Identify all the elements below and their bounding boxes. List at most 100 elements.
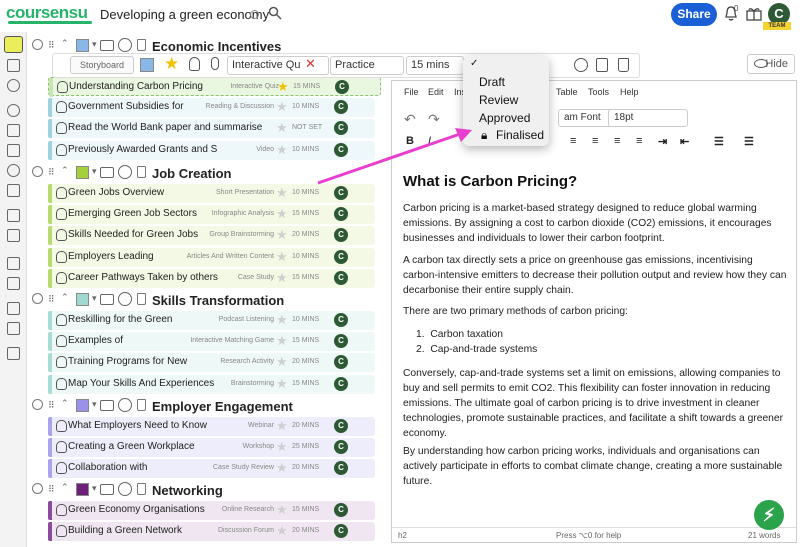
activity-row[interactable]: Collaboration with Case Study Review ★ 20 M… (48, 459, 375, 479)
editor-menu-item[interactable]: File (404, 87, 419, 97)
star-icon[interactable]: ★ (276, 355, 288, 369)
star-icon[interactable]: ★ (276, 228, 288, 242)
activity-row[interactable]: Skills Needed for Green Jobs Group Brains… (48, 226, 375, 246)
drag-handle-icon[interactable]: ⠿ (48, 484, 55, 495)
activity-row[interactable]: Training Programs for New Research Activi… (48, 353, 375, 373)
history-icon[interactable] (574, 58, 588, 72)
numbered-list-button[interactable]: ☰ (744, 135, 754, 148)
download-icon[interactable] (7, 322, 20, 335)
collapse-icon[interactable]: ⌃ (61, 292, 69, 303)
menu-item-approved[interactable]: Approved (479, 111, 530, 125)
assignee-avatar[interactable]: C (334, 376, 348, 391)
activity-title[interactable]: Career Pathways Taken by others (68, 272, 218, 283)
activity-title[interactable]: Building a Green Network (68, 525, 218, 536)
assignee-avatar[interactable]: C (334, 524, 348, 539)
activity-title[interactable]: Collaboration with (68, 462, 218, 473)
graduation-icon[interactable] (7, 144, 20, 157)
activity-row[interactable]: Green Economy Organisations Online Resear… (48, 501, 375, 520)
assignee-avatar[interactable]: C (334, 207, 348, 222)
section-row[interactable]: ⠿ ⌃ ▾ Networking (30, 480, 390, 502)
user-icon[interactable] (7, 164, 20, 177)
menu-item-review[interactable]: Review (479, 93, 518, 107)
section-title[interactable]: Skills Transformation (152, 293, 284, 308)
indent-button[interactable]: ⇥ (658, 135, 667, 148)
checklist-icon[interactable] (7, 229, 20, 242)
star-icon[interactable]: ★ (276, 186, 288, 200)
microphone-icon[interactable] (211, 57, 219, 70)
lightning-action-button[interactable]: ⚡︎ (754, 500, 784, 530)
share-button[interactable]: Share (671, 3, 717, 26)
import-icon[interactable] (7, 277, 20, 290)
activity-title[interactable]: Government Subsidies for (68, 101, 218, 112)
activity-row[interactable]: Employers Leading Articles And Written Co… (48, 247, 375, 267)
activity-row[interactable]: Emerging Green Job Sectors Infographic An… (48, 205, 375, 225)
activity-row[interactable]: Reskilling for the Green Podcast Listenin… (48, 311, 375, 330)
section-toggle-icon[interactable] (32, 39, 43, 50)
star-icon[interactable]: ★ (276, 461, 288, 475)
assignee-avatar[interactable]: C (334, 228, 348, 243)
drag-handle-icon[interactable]: ⠿ (48, 400, 55, 411)
editor-menu-item[interactable]: Table (556, 87, 578, 97)
undo-icon[interactable]: ↶ (404, 111, 416, 128)
assignee-avatar[interactable]: C (334, 313, 348, 327)
collapse-icon[interactable]: ⌃ (61, 165, 69, 176)
collapse-icon[interactable]: ⌃ (61, 38, 69, 49)
star-icon[interactable]: ★ (164, 54, 179, 74)
font-size-select[interactable]: 18pt (608, 109, 688, 127)
section-title[interactable]: Job Creation (152, 166, 231, 181)
activity-row[interactable]: Green Jobs Overview Short Presentation ★ 10… (48, 184, 375, 203)
activity-row[interactable]: What Employers Need to Know Webinar ★ 20 MI… (48, 417, 375, 436)
star-icon[interactable]: ★ (276, 503, 288, 517)
editor-menu-item[interactable]: Edit (428, 87, 444, 97)
activity-title[interactable]: Training Programs for New (68, 356, 218, 367)
activity-row[interactable]: Previously Awarded Grants and Similar Vid… (48, 140, 375, 160)
section-color-swatch[interactable] (76, 166, 89, 179)
timer-icon[interactable] (118, 398, 132, 412)
copy-icon[interactable] (596, 58, 608, 72)
section-color-swatch[interactable] (76, 39, 89, 52)
outdent-button[interactable]: ⇤ (680, 135, 689, 148)
chevron-down-icon[interactable]: ▾ (92, 399, 97, 410)
star-icon[interactable]: ★ (276, 313, 288, 327)
assignee-avatar[interactable]: C (335, 80, 349, 94)
trash-icon[interactable] (137, 39, 146, 51)
assignee-avatar[interactable]: C (334, 121, 348, 136)
italic-button[interactable]: I (428, 135, 431, 147)
assignee-avatar[interactable]: C (334, 334, 348, 349)
search-icon[interactable] (268, 6, 282, 20)
assignee-avatar[interactable]: C (334, 100, 348, 115)
assignee-avatar[interactable]: C (334, 355, 348, 370)
trash-icon[interactable] (137, 483, 146, 495)
activity-row[interactable]: Read the World Bank paper and summarise ★… (48, 119, 375, 139)
section-color-swatch[interactable] (76, 399, 89, 412)
activity-row[interactable]: Creating a Green Workplace Workshop ★ 25 MI… (48, 438, 375, 458)
drag-handle-icon[interactable]: ⠿ (48, 294, 55, 305)
star-icon[interactable]: ★ (276, 334, 288, 348)
document-title[interactable]: Developing a green economy (100, 7, 269, 22)
section-toggle-icon[interactable] (32, 166, 43, 177)
activity-title[interactable]: Green Economy Organisations (68, 504, 218, 515)
activity-row[interactable]: Career Pathways Taken by others Case Stud… (48, 268, 375, 288)
section-color-swatch[interactable] (76, 483, 89, 496)
timer-icon[interactable] (118, 38, 132, 52)
assignee-avatar[interactable]: C (334, 461, 348, 476)
activity-row[interactable]: Examples of Interactive Matching Game ★ 15 … (48, 332, 375, 352)
logo[interactable]: coursensu (6, 3, 88, 23)
menu-item-draft[interactable]: Draft (479, 75, 505, 89)
assignee-avatar[interactable]: C (334, 270, 348, 285)
align-right-button[interactable]: ≡ (614, 135, 620, 147)
add-icon[interactable] (7, 59, 20, 72)
section-title[interactable]: Employer Engagement (152, 399, 293, 414)
activity-title[interactable]: Green Jobs Overview (68, 187, 218, 198)
star-icon[interactable]: ★ (276, 270, 288, 285)
export-icon[interactable] (7, 257, 20, 270)
section-toggle-icon[interactable] (32, 399, 43, 410)
editor-menu-item[interactable]: Tools (588, 87, 609, 97)
notes-icon[interactable] (100, 167, 114, 178)
collapse-icon[interactable]: ⌃ (61, 398, 69, 409)
assignee-avatar[interactable]: C (334, 186, 348, 200)
star-icon[interactable]: ★ (276, 249, 288, 264)
justify-button[interactable]: ≡ (636, 135, 642, 147)
storyboard-button[interactable]: Storyboard (70, 56, 134, 74)
section-color-swatch[interactable] (76, 293, 89, 306)
